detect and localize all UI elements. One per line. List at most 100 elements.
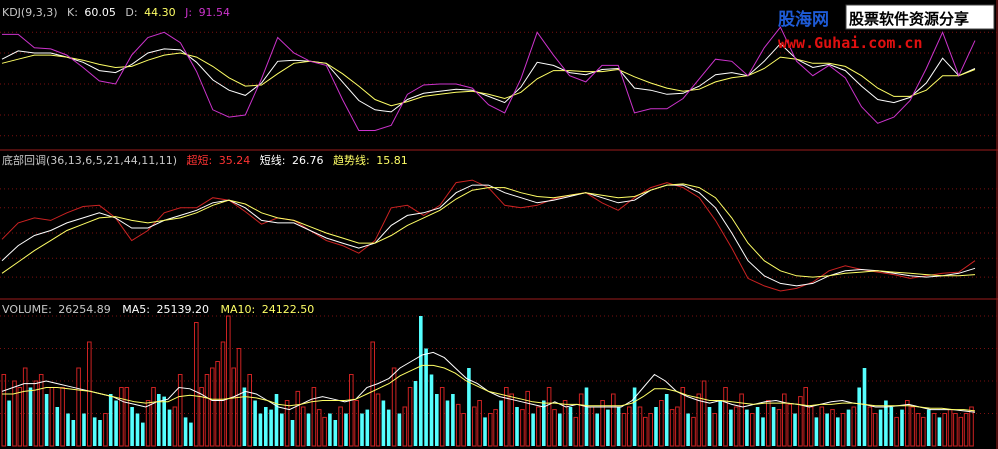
volume-bar — [429, 374, 434, 446]
volume-header: VOLUME: 26254.89 MA5: 25139.20 MA10: 241… — [2, 303, 314, 316]
volume-bar — [771, 407, 776, 446]
kdj-d-label: D: — [125, 6, 137, 19]
volume-bar — [280, 413, 284, 446]
volume-bar — [889, 407, 894, 446]
kdj-k-value: 60.05 — [84, 6, 116, 19]
volume-bar — [44, 394, 49, 446]
volume-bar — [424, 348, 428, 446]
volume-bar — [66, 413, 70, 446]
volume-bar — [71, 420, 76, 446]
volume-bar — [419, 316, 423, 446]
volume-bar — [755, 407, 760, 446]
volume-bar — [253, 400, 257, 446]
watermark-slogan: 股票软件资源分享 — [849, 10, 969, 28]
volume-name: VOLUME: — [2, 303, 52, 316]
volume-bar — [135, 413, 140, 446]
volume-bar — [515, 407, 519, 446]
kdj-j-value: 91.54 — [199, 6, 231, 19]
volume-bar — [413, 381, 418, 446]
volume-bar — [900, 409, 904, 446]
volume-bar — [729, 409, 733, 446]
volume-bar — [606, 409, 610, 446]
volume-bar — [499, 400, 503, 446]
volume-bar — [878, 409, 883, 446]
volume-bar — [857, 387, 861, 446]
volume-ma10-value: 24122.50 — [262, 303, 315, 316]
volume-bar — [745, 409, 749, 446]
pullback-s1-label: 超短: — [187, 153, 213, 167]
volume-bar — [183, 417, 188, 446]
pullback-s1-value: 35.24 — [219, 154, 251, 167]
volume-ma5-label: MA5: — [122, 303, 150, 316]
pullback-s3-value: 15.81 — [376, 154, 408, 167]
kdj-d-value: 44.30 — [144, 6, 176, 19]
pullback-s2-label: 短线: — [260, 153, 286, 167]
pullback-name: 底部回调(36,13,6,5,21,44,11,11) — [2, 153, 177, 167]
volume-bar — [531, 413, 535, 446]
volume-bar — [290, 420, 295, 446]
volume-bar — [108, 394, 113, 446]
volume-bar — [793, 413, 797, 446]
volume-bar — [141, 422, 145, 446]
volume-bar — [862, 368, 867, 446]
volume-bar — [264, 407, 268, 446]
volume-bar — [568, 407, 573, 446]
volume-bar — [274, 394, 279, 446]
watermark-brand: 股海网 — [778, 9, 829, 30]
volume-bar — [82, 413, 86, 446]
pullback-s3-label: 趋势线: — [333, 153, 370, 167]
volume-bar — [167, 409, 172, 446]
volume-bar — [926, 409, 931, 446]
kdj-name: KDJ(9,3,3) — [2, 6, 58, 19]
volume-bar — [445, 400, 450, 446]
volume-ma10-label: MA10: — [221, 303, 256, 316]
pullback-s2-value: 26.76 — [292, 154, 324, 167]
pullback-header: 底部回调(36,13,6,5,21,44,11,11) 超短: 35.24 短线… — [2, 153, 408, 167]
volume-bar — [381, 400, 386, 446]
volume-bar — [28, 387, 33, 446]
volume-bar — [269, 409, 273, 446]
kdj-j-label: J: — [184, 6, 192, 19]
volume-bar — [584, 387, 589, 446]
volume-bar — [258, 413, 263, 446]
volume-bar — [814, 417, 819, 446]
volume-bar — [707, 407, 712, 446]
volume-bar — [98, 420, 102, 446]
volume-bar — [686, 413, 690, 446]
volume-bar — [114, 400, 118, 446]
chart-background — [0, 0, 998, 449]
watermark-url: www.Guhai.com.cn — [778, 34, 923, 52]
volume-bar — [92, 417, 97, 446]
volume-bar — [483, 417, 487, 446]
volume-bar — [558, 413, 562, 446]
volume-value: 26254.89 — [58, 303, 111, 316]
volume-bar — [344, 413, 348, 446]
volume-bar — [664, 394, 669, 446]
volume-bar — [162, 396, 166, 446]
volume-bar — [451, 394, 455, 446]
volume-bar — [846, 409, 851, 446]
volume-bar — [333, 420, 338, 446]
volume-bar — [654, 407, 658, 446]
stock-chart-canvas: KDJ(9,3,3) K: 60.05 D: 44.30 J: 91.54 底部… — [0, 0, 998, 449]
volume-bar — [397, 413, 402, 446]
volume-bar — [7, 400, 11, 446]
volume-bar — [55, 407, 60, 446]
kdj-k-label: K: — [67, 6, 78, 19]
volume-bar — [130, 407, 134, 446]
volume-bar — [328, 413, 332, 446]
volume-bar — [718, 400, 722, 446]
volume-bar — [435, 394, 439, 446]
volume-bar — [386, 409, 391, 446]
volume-bar — [365, 409, 370, 446]
volume-bar — [825, 413, 829, 446]
volume-bar — [761, 417, 765, 446]
volume-bar — [616, 407, 621, 446]
volume-ma5-value: 25139.20 — [157, 303, 210, 316]
volume-bar — [360, 413, 364, 446]
volume-bar — [937, 417, 942, 446]
volume-bar — [595, 413, 599, 446]
volume-bar — [836, 417, 840, 446]
volume-bar — [189, 422, 193, 446]
volume-bar — [306, 413, 311, 446]
